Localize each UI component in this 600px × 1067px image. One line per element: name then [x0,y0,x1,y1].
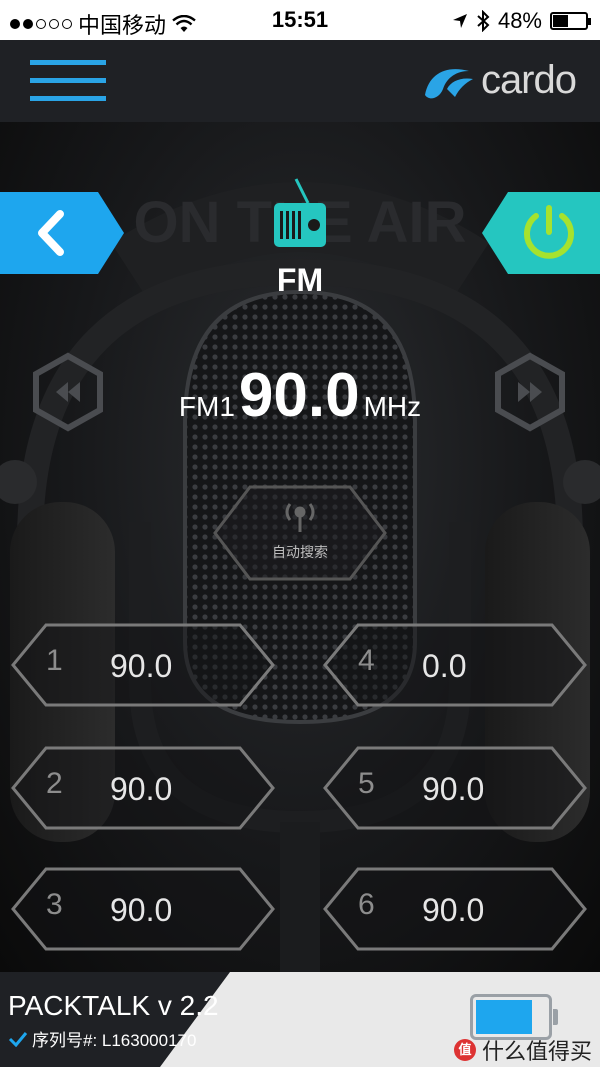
preset-button-6[interactable]: 6 90.0 [322,866,588,952]
radio-icon [274,178,326,247]
status-right: 48% [452,8,591,34]
cardo-logo: cardo [421,58,577,103]
frequency-value: 90.0 [238,361,360,430]
battery-icon [550,12,591,30]
preset-number: 2 [46,767,63,800]
hamburger-menu-icon[interactable] [30,60,106,104]
preset-frequency: 90.0 [422,892,485,928]
cardo-swoosh-icon [424,68,473,98]
location-arrow-icon [452,14,467,28]
preset-frequency: 90.0 [110,648,173,684]
preset-button-5[interactable]: 5 90.0 [322,745,588,831]
checkmark-icon [8,1031,28,1047]
preset-button-2[interactable]: 2 90.0 [10,745,276,831]
watermark-text: 什么值得买 [481,1039,592,1064]
bluetooth-icon [477,10,490,32]
preset-frequency: 90.0 [110,892,173,928]
preset-button-4[interactable]: 4 0.0 [322,622,588,708]
radio-mode-label: FM [276,262,324,298]
band-label: FM1 [178,391,235,422]
app-header: cardo [0,40,600,122]
preset-frequency: 90.0 [110,771,173,807]
preset-number: 3 [46,888,63,921]
brand-name: cardo [480,58,577,102]
watermark-logo-icon: 值 [453,1039,476,1061]
device-name: PACKTALK v 2.2 [8,990,219,1021]
radio-screen: ON THE AIR FM [0,122,600,972]
serial-label: 序列号#: L163000170 [32,1031,197,1050]
auto-scan-label: 自动搜索 [272,544,328,560]
preset-number: 6 [358,888,375,921]
serial-number: 序列号#: L163000170 [8,1026,196,1051]
preset-frequency: 90.0 [422,771,485,807]
watermark: 值 什么值得买 [453,1034,592,1066]
preset-button-3[interactable]: 3 90.0 [10,866,276,952]
frequency-display: FM190.0 MHz [0,360,600,431]
status-bar: 中国移动 15:51 48% [0,0,600,40]
frequency-unit: MHz [363,391,422,422]
auto-scan-button[interactable]: 自动搜索 [212,484,388,582]
preset-button-1[interactable]: 1 90.0 [10,622,276,708]
device-footer: PACKTALK v 2.2 序列号#: L163000170 值 什么值得买 [0,972,600,1067]
preset-number: 4 [358,644,375,677]
battery-percent: 48% [497,8,542,33]
preset-number: 5 [358,767,375,800]
preset-number: 1 [46,644,63,677]
preset-frequency: 0.0 [422,648,467,684]
